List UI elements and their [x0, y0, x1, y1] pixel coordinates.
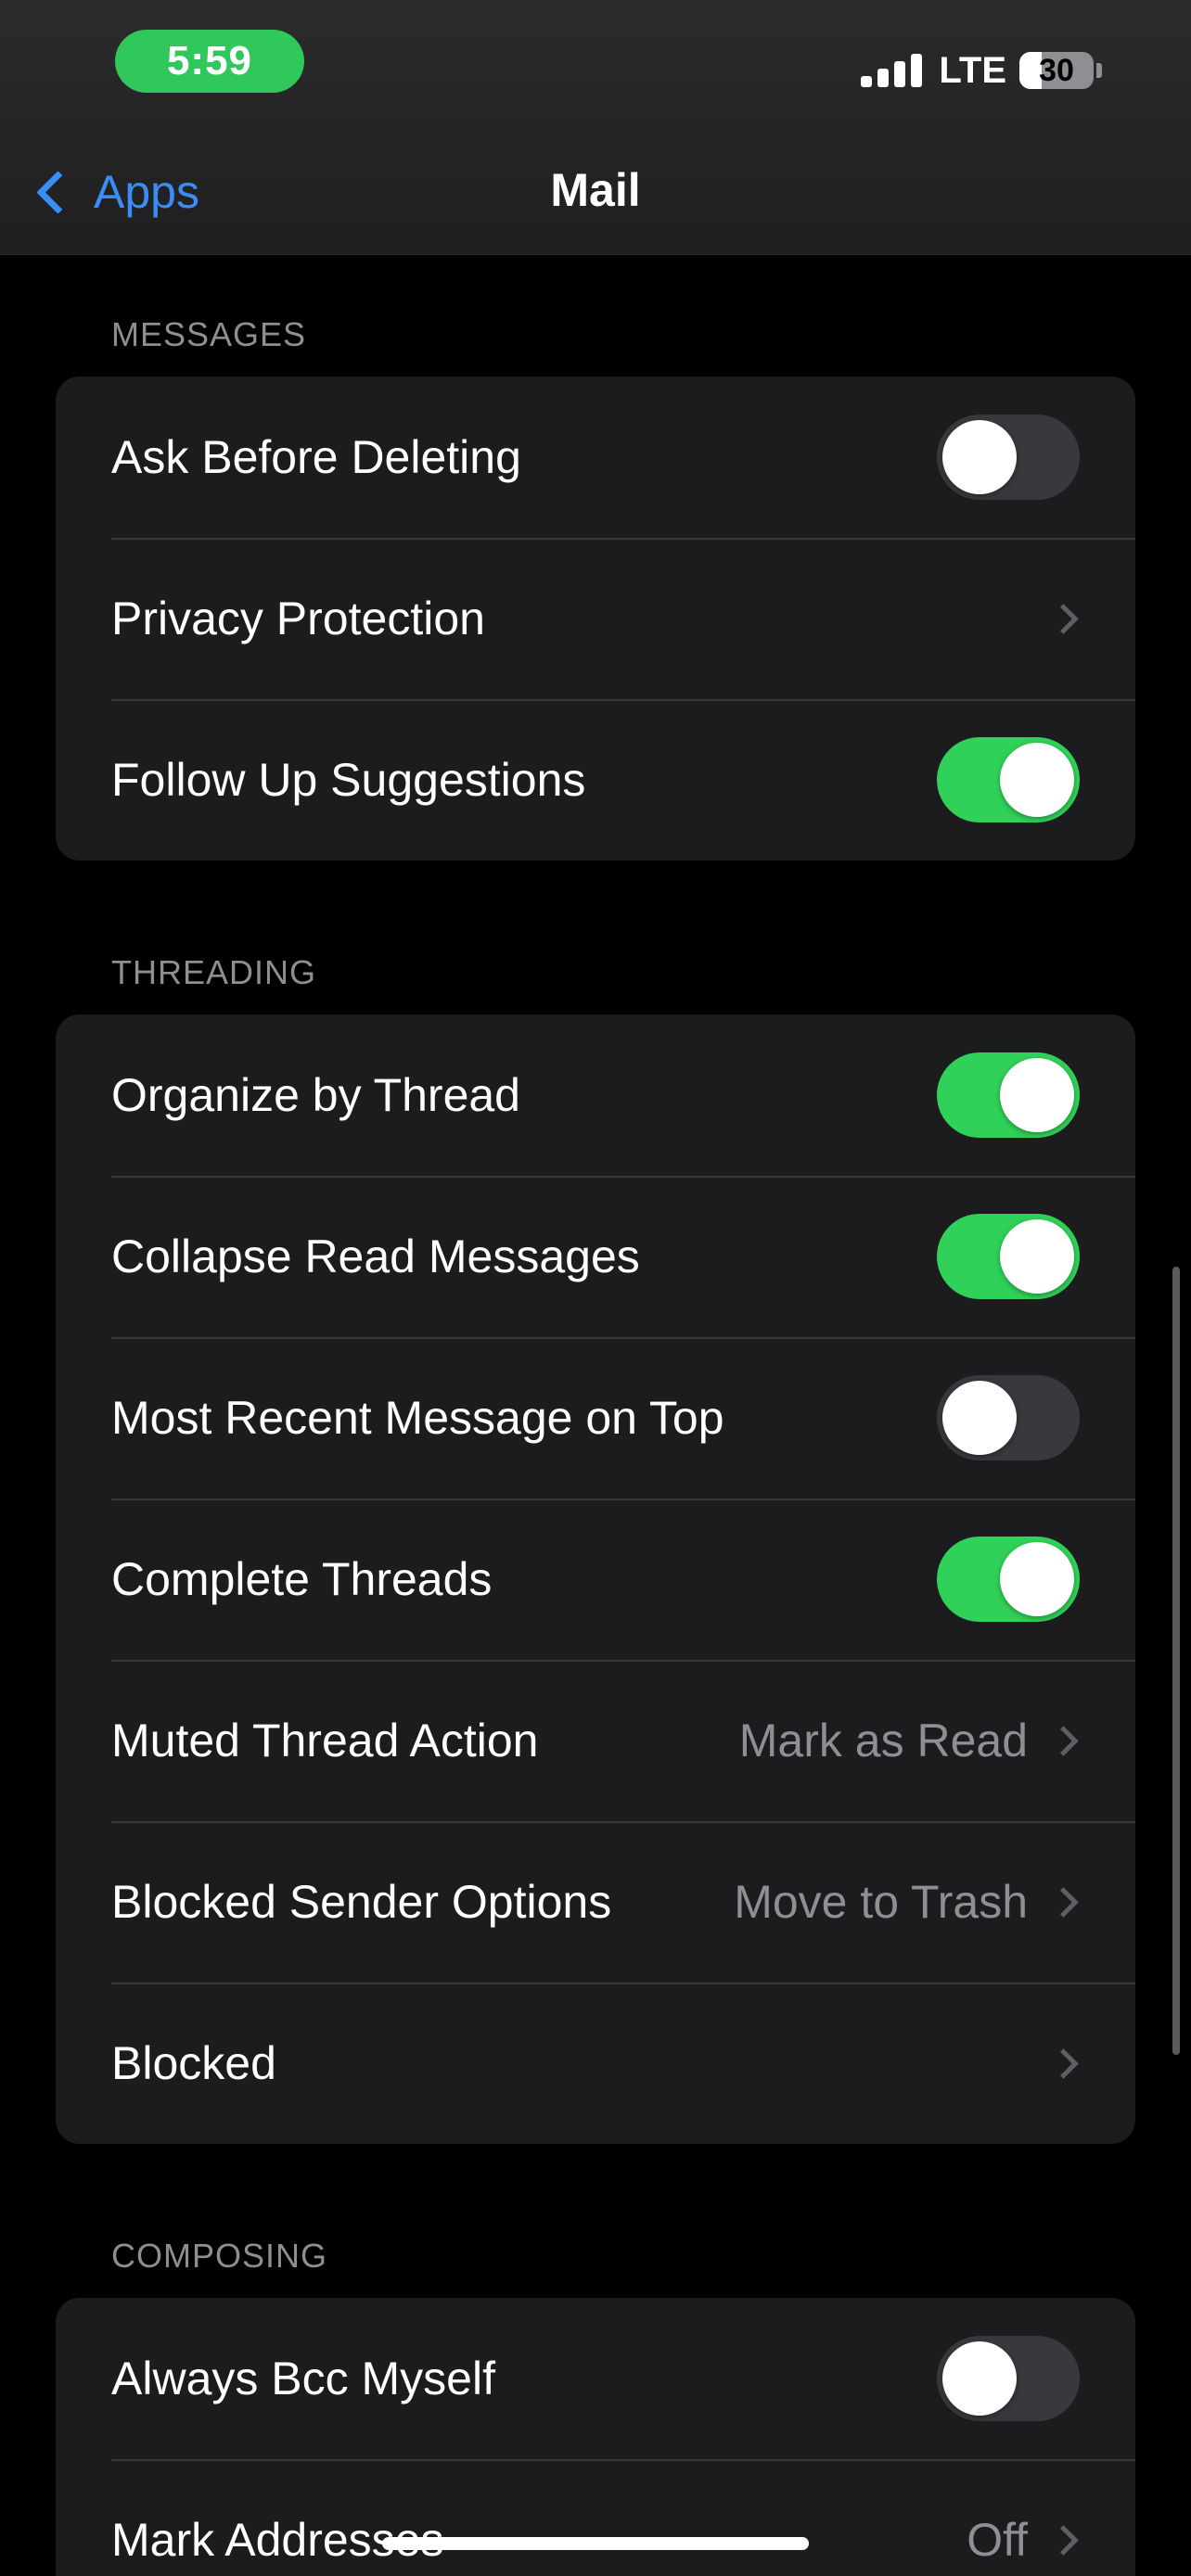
settings-group-threading: Organize by Thread Collapse Read Message…: [56, 1014, 1135, 2144]
row-label: Most Recent Message on Top: [111, 1392, 724, 1444]
top-bar: 5:59 LTE 30 Apps Mail: [0, 0, 1191, 255]
row-ask-before-deleting[interactable]: Ask Before Deleting: [56, 376, 1135, 538]
row-mark-addresses[interactable]: Mark Addresses Off: [56, 2459, 1135, 2576]
settings-group-messages: Ask Before Deleting Privacy Protection F…: [56, 376, 1135, 861]
row-blocked[interactable]: Blocked: [56, 1983, 1135, 2144]
scroll-indicator[interactable]: [1172, 1267, 1180, 2055]
row-label: Complete Threads: [111, 1553, 493, 1605]
row-label: Blocked Sender Options: [111, 1876, 612, 1928]
toggle-knob: [1000, 1219, 1074, 1294]
organize-by-thread-toggle[interactable]: [937, 1052, 1080, 1138]
page-title: Mail: [550, 164, 641, 216]
row-label: Organize by Thread: [111, 1069, 520, 1121]
always-bcc-myself-toggle[interactable]: [937, 2336, 1080, 2421]
status-indicators: LTE 30: [861, 43, 1102, 98]
row-collapse-read-messages[interactable]: Collapse Read Messages: [56, 1176, 1135, 1337]
row-complete-threads[interactable]: Complete Threads: [56, 1498, 1135, 1660]
ask-before-deleting-toggle[interactable]: [937, 414, 1080, 500]
home-indicator[interactable]: [382, 2537, 809, 2550]
most-recent-message-on-top-toggle[interactable]: [937, 1375, 1080, 1460]
chevron-right-icon: [1048, 1725, 1079, 1756]
row-label: Follow Up Suggestions: [111, 754, 586, 806]
row-value: Move to Trash: [734, 1876, 1028, 1928]
toggle-knob: [1000, 1542, 1074, 1616]
toggle-knob: [942, 420, 1017, 494]
section-header-threading: THREADING: [111, 953, 317, 991]
row-label: Collapse Read Messages: [111, 1231, 640, 1282]
signal-bars-icon: [861, 50, 924, 91]
row-value: Off: [967, 2514, 1028, 2566]
row-label: Privacy Protection: [111, 593, 485, 644]
row-label: Ask Before Deleting: [111, 431, 521, 483]
row-always-bcc-myself[interactable]: Always Bcc Myself: [56, 2298, 1135, 2459]
toggle-knob: [942, 2341, 1017, 2416]
battery-tip: [1096, 63, 1102, 78]
chevron-right-icon: [1048, 1886, 1079, 1918]
row-follow-up-suggestions[interactable]: Follow Up Suggestions: [56, 699, 1135, 861]
row-most-recent-message-on-top[interactable]: Most Recent Message on Top: [56, 1337, 1135, 1498]
chevron-right-icon: [1048, 2524, 1079, 2556]
section-header-composing: COMPOSING: [111, 2237, 328, 2275]
settings-group-composing: Always Bcc Myself Mark Addresses Off: [56, 2298, 1135, 2576]
row-blocked-sender-options[interactable]: Blocked Sender Options Move to Trash: [56, 1821, 1135, 1983]
battery-percent: 30: [1039, 52, 1074, 88]
battery-icon: 30: [1019, 52, 1094, 89]
chevron-right-icon: [1048, 2047, 1079, 2079]
follow-up-suggestions-toggle[interactable]: [937, 737, 1080, 823]
status-time-pill[interactable]: 5:59: [115, 30, 304, 93]
section-header-messages: MESSAGES: [111, 315, 307, 353]
collapse-read-messages-toggle[interactable]: [937, 1214, 1080, 1299]
row-organize-by-thread[interactable]: Organize by Thread: [56, 1014, 1135, 1176]
row-muted-thread-action[interactable]: Muted Thread Action Mark as Read: [56, 1660, 1135, 1821]
row-privacy-protection[interactable]: Privacy Protection: [56, 538, 1135, 699]
chevron-right-icon: [1048, 603, 1079, 634]
status-time: 5:59: [166, 38, 253, 83]
toggle-knob: [1000, 1058, 1074, 1132]
row-value: Mark as Read: [738, 1715, 1028, 1766]
complete-threads-toggle[interactable]: [937, 1537, 1080, 1622]
network-type: LTE: [939, 49, 1006, 91]
row-label: Always Bcc Myself: [111, 2353, 495, 2404]
toggle-knob: [1000, 743, 1074, 817]
row-label: Muted Thread Action: [111, 1715, 539, 1766]
row-label: Blocked: [111, 2037, 276, 2089]
toggle-knob: [942, 1381, 1017, 1455]
